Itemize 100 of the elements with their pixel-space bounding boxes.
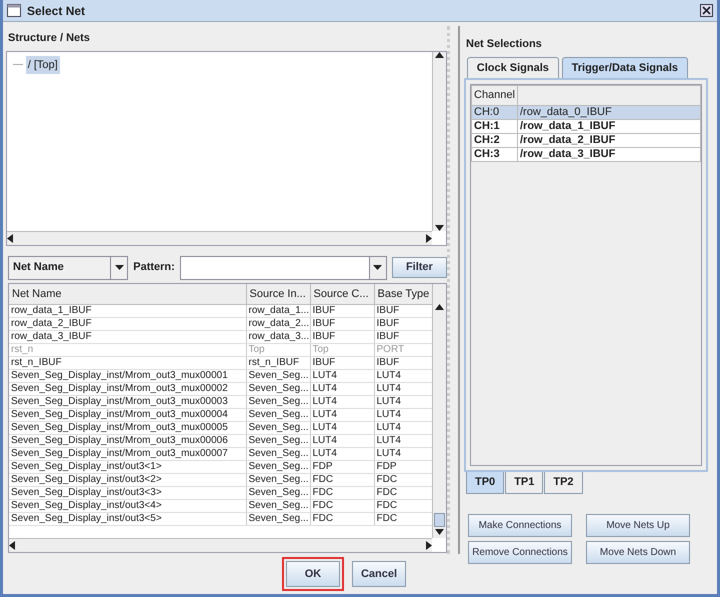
table-cell: FDC — [310, 486, 374, 500]
up-arrow-icon[interactable] — [435, 304, 444, 310]
table-cell: CH:1 — [472, 119, 518, 133]
filter-button[interactable]: Filter — [392, 257, 447, 278]
table-cell: row_data_3_IBUF — [9, 330, 246, 344]
table-cell: Seven_Seg_Display_inst/Mrom_out3_mux00002 — [9, 382, 246, 396]
vertical-scrollbar[interactable] — [432, 52, 446, 230]
table-cell: Seven_Seg_Display_inst/out3<3> — [9, 486, 246, 500]
table-cell: Seven_Seg... — [246, 370, 310, 382]
down-arrow-icon[interactable] — [114, 265, 124, 270]
table-cell: row_data_3... — [246, 330, 310, 344]
table-cell: /row_data_0_IBUF — [517, 105, 700, 119]
table-cell: FDP — [310, 460, 374, 474]
tree-line — [13, 64, 23, 66]
column-header[interactable]: Channel — [472, 86, 518, 105]
table-cell: rst_n_IBUF — [246, 356, 310, 370]
table-cell: Seven_Seg_Display_inst/out3<5> — [9, 512, 246, 526]
column-header[interactable]: Base Type — [374, 284, 432, 304]
table-cell: Top — [310, 344, 374, 356]
table-cell: LUT4 — [310, 422, 374, 434]
column-header[interactable]: Source C... — [310, 284, 374, 304]
table-cell: LUT4 — [310, 434, 374, 448]
pattern-field[interactable] — [180, 256, 387, 280]
table-cell: CH:0 — [472, 105, 518, 119]
table-cell: /row_data_1_IBUF — [517, 119, 700, 133]
table-cell: Seven_Seg... — [246, 486, 310, 500]
action-button[interactable]: Move Nets Down — [586, 540, 690, 564]
action-button[interactable]: Make Connections — [468, 514, 572, 536]
table-cell: Seven_Seg... — [246, 382, 310, 396]
table-cell: CH:2 — [472, 133, 518, 147]
table-cell: LUT4 — [310, 408, 374, 422]
table-cell: IBUF — [310, 318, 374, 330]
action-button[interactable]: Move Nets Up — [586, 514, 690, 536]
table-cell: LUT4 — [310, 448, 374, 460]
tab[interactable]: Clock Signals — [466, 56, 559, 78]
panel-heading: Structure / Nets — [7, 31, 91, 46]
table-cell: IBUF — [310, 330, 374, 344]
table-cell: LUT4 — [310, 370, 374, 382]
scrollbar-thumb[interactable] — [434, 512, 445, 526]
tab[interactable]: TP0 — [466, 472, 504, 494]
table-cell: Seven_Seg_Display_inst/Mrom_out3_mux00004 — [9, 408, 246, 422]
table-cell: IBUF — [310, 356, 374, 370]
dialog-button[interactable]: Cancel — [352, 561, 406, 587]
left-arrow-icon[interactable] — [7, 234, 13, 242]
tree-item[interactable]: / [Top] — [26, 56, 60, 74]
table-cell: LUT4 — [310, 382, 374, 396]
action-button[interactable]: Remove Connections — [468, 540, 572, 564]
table-cell: Seven_Seg... — [246, 512, 310, 526]
table-cell: Seven_Seg... — [246, 474, 310, 486]
window-title: Select Net — [27, 2, 86, 20]
table-cell: Seven_Seg_Display_inst/Mrom_out3_mux00003 — [9, 396, 246, 408]
table-cell: Seven_Seg_Display_inst/Mrom_out3_mux00007 — [9, 448, 246, 460]
table-cell: Seven_Seg_Display_inst/out3<2> — [9, 474, 246, 486]
column-header[interactable]: Net Name — [9, 284, 246, 304]
table-cell: CH:3 — [472, 147, 518, 161]
table-cell: LUT4 — [310, 396, 374, 408]
right-arrow-icon[interactable] — [426, 234, 432, 242]
table-cell: row_data_2... — [246, 318, 310, 330]
table-cell: row_data_1_IBUF — [9, 304, 246, 318]
dialog-button[interactable]: OK — [286, 561, 340, 587]
vertical-scrollbar[interactable] — [432, 284, 446, 538]
pattern-label: Pattern: — [133, 260, 175, 276]
close-icon[interactable] — [700, 4, 713, 17]
table-cell: FDC — [310, 512, 374, 526]
table-cell: Seven_Seg... — [246, 500, 310, 512]
tab[interactable]: Trigger/Data Signals — [562, 56, 688, 78]
down-arrow-icon[interactable] — [435, 224, 444, 230]
table-cell: FDC — [310, 500, 374, 512]
horizontal-scrollbar[interactable] — [7, 230, 432, 244]
table-cell: Seven_Seg... — [246, 422, 310, 434]
up-arrow-icon[interactable] — [435, 52, 444, 58]
table-cell: Top — [246, 344, 310, 356]
table-cell: /row_data_2_IBUF — [517, 133, 700, 147]
tab[interactable]: TP2 — [544, 472, 583, 494]
column-header[interactable]: Source In... — [246, 284, 310, 304]
down-arrow-icon[interactable] — [435, 528, 444, 534]
table-cell: row_data_1... — [246, 304, 310, 318]
left-arrow-icon[interactable] — [9, 540, 15, 550]
horizontal-scrollbar[interactable] — [9, 538, 432, 552]
column-dropdown[interactable]: Net Name — [8, 256, 128, 280]
table-cell: Seven_Seg_Display_inst/out3<4> — [9, 500, 246, 512]
table-cell: Seven_Seg_Display_inst/Mrom_out3_mux00001 — [9, 370, 246, 382]
table-cell: Seven_Seg... — [246, 408, 310, 422]
table-cell: Seven_Seg... — [246, 396, 310, 408]
table-cell: row_data_2_IBUF — [9, 318, 246, 330]
table-cell: Seven_Seg_Display_inst/out3<1> — [9, 460, 246, 474]
table-cell: IBUF — [310, 304, 374, 318]
panel-heading: Net Selections — [465, 37, 543, 52]
table-cell: Seven_Seg_Display_inst/Mrom_out3_mux00006 — [9, 434, 246, 448]
table-cell: FDC — [310, 474, 374, 486]
table-cell: rst_n — [9, 344, 246, 356]
table-cell: Seven_Seg... — [246, 448, 310, 460]
tab[interactable]: TP1 — [505, 472, 544, 494]
right-arrow-icon[interactable] — [426, 540, 432, 550]
down-arrow-icon[interactable] — [373, 265, 382, 270]
table-cell: /row_data_3_IBUF — [517, 147, 700, 161]
table-cell: Seven_Seg_Display_inst/Mrom_out3_mux00005 — [9, 422, 246, 434]
table-cell: Seven_Seg... — [246, 460, 310, 474]
table-cell: rst_n_IBUF — [9, 356, 246, 370]
table-cell: Seven_Seg... — [246, 434, 310, 448]
